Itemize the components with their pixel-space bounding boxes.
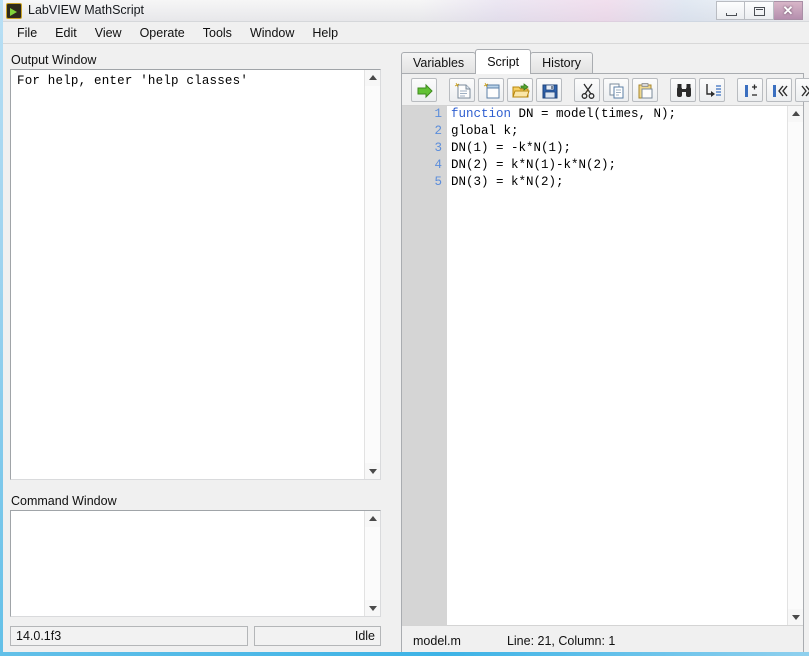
maximize-button[interactable] (745, 1, 774, 20)
open-file-button[interactable] (507, 77, 533, 102)
line-number-gutter: 1 2 3 4 5 (402, 106, 447, 625)
menu-item-file[interactable]: File (8, 24, 46, 42)
scroll-down-icon[interactable] (365, 463, 380, 479)
code-text: DN(1) = -k*N(1); (451, 141, 572, 155)
script-editor[interactable]: 1 2 3 4 5 function DN = model(times, N);… (402, 106, 803, 625)
paste-button[interactable] (632, 77, 658, 102)
menu-item-operate[interactable]: Operate (131, 24, 194, 42)
new-window-button[interactable] (478, 77, 504, 102)
save-file-button[interactable] (536, 77, 562, 102)
code-text: DN(3) = k*N(2); (451, 175, 564, 189)
menu-item-tools[interactable]: Tools (194, 24, 241, 42)
menu-bar: File Edit View Operate Tools Window Help (0, 22, 809, 44)
status-field: Idle (254, 626, 381, 646)
window-title: LabVIEW MathScript (28, 3, 145, 17)
scroll-up-icon[interactable] (788, 106, 803, 122)
code-text: global k; (451, 124, 519, 138)
line-number: 1 (434, 107, 442, 121)
toggle-breakpoint-button[interactable] (737, 77, 763, 102)
find-button[interactable] (670, 77, 696, 102)
close-icon: ✕ (782, 3, 794, 18)
line-number: 2 (434, 124, 442, 138)
scroll-up-icon[interactable] (365, 511, 380, 527)
script-tab-panel: 1 2 3 4 5 function DN = model(times, N);… (401, 73, 809, 656)
minimize-button[interactable] (716, 1, 745, 20)
code-keyword: function (451, 107, 512, 121)
code-line: DN(2) = k*N(1)-k*N(2); (447, 157, 787, 174)
cut-button[interactable] (574, 77, 600, 102)
menu-item-help[interactable]: Help (303, 24, 347, 42)
tab-strip: Variables Script History (401, 49, 594, 74)
right-pane: Variables Script History 1 2 3 4 5 funct… (396, 45, 809, 656)
version-field: 14.0.1f3 (10, 626, 248, 646)
script-filename: model.m (413, 633, 461, 648)
left-pane: Output Window For help, enter 'help clas… (0, 45, 392, 656)
code-line: function DN = model(times, N); (447, 106, 787, 123)
copy-button[interactable] (603, 77, 629, 102)
window-controls: ✕ (716, 1, 803, 20)
scroll-up-icon[interactable] (365, 70, 380, 86)
command-window-textarea[interactable] (10, 510, 381, 617)
line-number: 4 (434, 158, 442, 172)
code-line: DN(1) = -k*N(1); (447, 140, 787, 157)
goto-line-button[interactable] (699, 77, 725, 102)
tab-history[interactable]: History (530, 52, 594, 73)
code-text-area[interactable]: function DN = model(times, N); global k;… (447, 106, 787, 625)
code-line: DN(3) = k*N(2); (447, 174, 787, 191)
command-window-scrollbar[interactable] (364, 511, 380, 616)
command-window-label: Command Window (11, 494, 117, 508)
close-button[interactable]: ✕ (774, 1, 803, 20)
maximize-icon (754, 7, 765, 16)
script-status-bar: model.m Line: 21, Column: 1 (402, 625, 803, 655)
step-forward-button[interactable] (795, 77, 809, 102)
menu-item-view[interactable]: View (86, 24, 131, 42)
cursor-position: Line: 21, Column: 1 (506, 633, 616, 648)
tab-variables[interactable]: Variables (401, 52, 477, 73)
title-bar: LabVIEW MathScript ✕ (0, 0, 809, 22)
code-text: DN(2) = k*N(1)-k*N(2); (451, 158, 617, 172)
labview-icon (6, 3, 22, 19)
menu-item-window[interactable]: Window (241, 24, 303, 42)
step-back-button[interactable] (766, 77, 792, 102)
tab-script[interactable]: Script (475, 49, 532, 74)
editor-scrollbar[interactable] (787, 106, 803, 625)
scroll-down-icon[interactable] (788, 609, 803, 625)
output-window-textarea[interactable]: For help, enter 'help classes' (10, 69, 381, 480)
code-text: DN = model(times, N); (511, 107, 677, 121)
code-line: global k; (447, 123, 787, 140)
output-window-text: For help, enter 'help classes' (17, 74, 249, 88)
new-script-button[interactable] (449, 77, 475, 102)
labview-mathscript-window: LabVIEW MathScript ✕ File Edit View Oper… (0, 0, 809, 656)
run-script-button[interactable] (411, 77, 437, 102)
menu-item-edit[interactable]: Edit (46, 24, 86, 42)
line-number: 3 (434, 141, 442, 155)
output-window-scrollbar[interactable] (364, 70, 380, 479)
minimize-icon (726, 13, 737, 16)
script-toolbar (402, 74, 809, 106)
output-window-label: Output Window (11, 53, 97, 67)
line-number: 5 (434, 175, 442, 189)
scroll-down-icon[interactable] (365, 600, 380, 616)
